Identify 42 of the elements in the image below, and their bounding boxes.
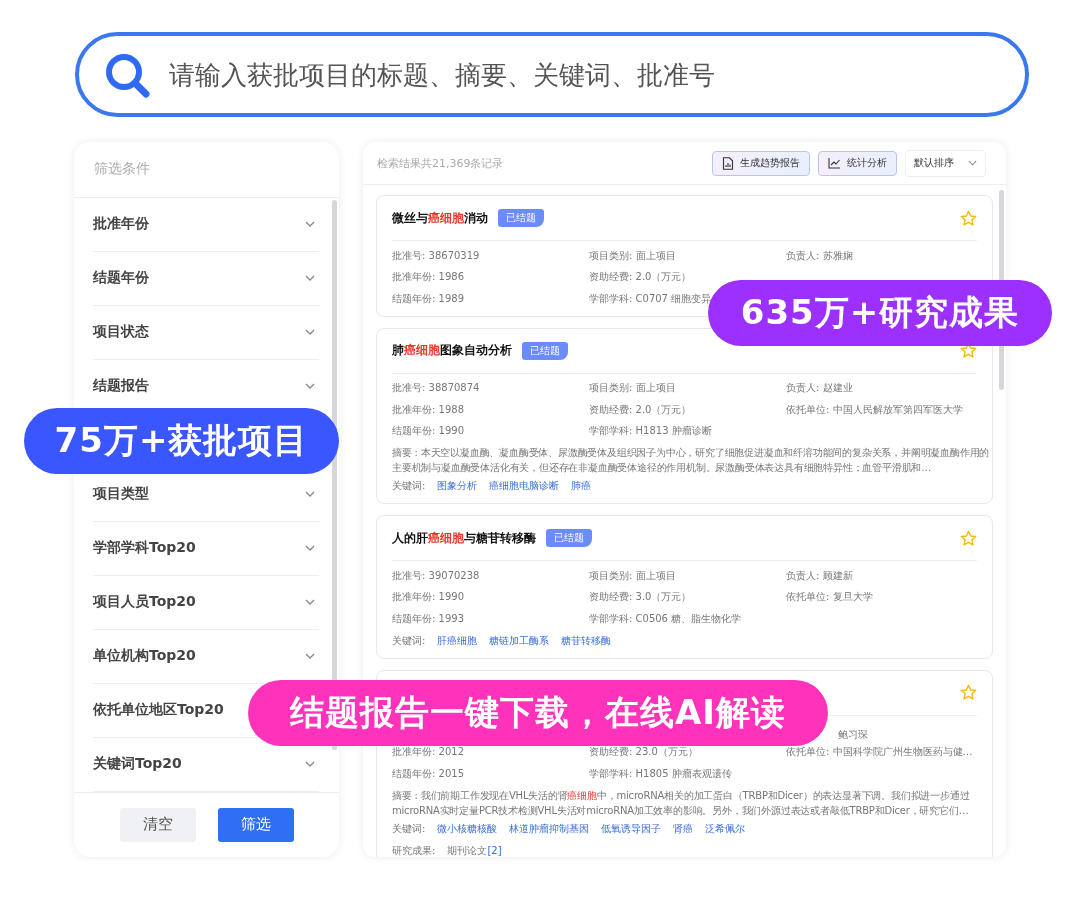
field-text: 结题年份: 2015 [392,767,464,779]
abstract-text: 摘要 : 本天空以凝血酶、凝血酶受体、尿激酶受体及组织因子为中心，研究了细胞促进凝血和纤溶功能间的复杂关系，并阐明凝血酶作用的主要机制与凝血酶受体活化有关，但还存在非凝血酶受体途径的作用机制。尿激酶受体表达具有细胞特异性；血管平滑肌和… [392,446,991,475]
field-text: 项目类别: 面上项目 [589,382,676,394]
field-text: 负责人: 赵建业 [786,382,853,394]
field-text: 结题年份: 1989 [392,292,464,304]
promo-toast: 75万+获批项目 [24,408,339,474]
result-count: 检索结果共21,369条记录 [377,155,504,171]
field-text: 结题年份: 1993 [392,612,464,624]
field-text: 负责人: 顾建新 [786,569,853,581]
field-text: 资助经费: 23.0（万元） [589,746,698,758]
field-text: 项目类别: 面上项目 [589,249,676,261]
field-text: 项目类别: 面上项目 [589,569,676,581]
keywords-label: 关键词: [392,479,426,493]
field-text: 批准年份: 1988 [392,403,464,415]
field-text: 学部学科: C0506 糖、脂生物化学 [589,612,742,624]
status-tag: 已结题 [522,341,568,360]
field-text: 资助经费: 2.0（万元） [589,271,692,283]
outputs-text: 期刊论文[2] [447,843,502,857]
field-text: 资助经费: 3.0（万元） [589,591,692,603]
outputs-label: 研究成果: [392,843,436,857]
field-text: 批准年份: 1986 [392,271,464,283]
abstract-text: 摘要 : 我们前期工作发现在VHL失活的肾癌细胞中，microRNA相关的加工蛋白（TRBP和Dicer）的表达显著下调。我们拟进一步通过microRNA实时定量PCR技术检测VHL失活对microRNA加工效率的影响。另外，我们外源过表达或者敲低TRBP和Dicer，研究它们… [392,788,971,818]
field-text: 鲍习琛 [838,728,868,740]
field-text: 依托单位: 中国科学院广州生物医药与健… [786,746,973,758]
field-text: 依托单位: 复旦大学 [786,591,873,603]
filter-title: 筛选条件 [94,160,150,179]
field-text: 批准号: 38670319 [392,249,480,261]
field-text: 批准年份: 2012 [392,746,464,758]
field-text: 负责人: 苏雅娴 [786,249,853,261]
promo-toast: 结题报告一键下载，在线AI解读 [248,680,828,746]
field-text: 依托单位: 中国人民解放军第四军医大学 [786,403,963,415]
field-text: 学部学科: H1813 肿瘤诊断 [589,425,712,437]
field-text: 结题年份: 1990 [392,425,464,437]
keywords-label: 关键词: [392,633,426,648]
field-text: 批准年份: 1990 [392,591,464,603]
field-text: 学部学科: H1805 肿瘤表观遗传 [589,767,732,779]
keywords-label: 关键词: [392,821,426,836]
status-tag: 已结题 [546,529,592,547]
field-text: 批准号: 39070238 [392,569,480,581]
field-text: 资助经费: 2.0（万元） [589,403,692,415]
field-text: 批准号: 38870874 [392,382,480,394]
status-tag: 已结题 [498,209,544,227]
